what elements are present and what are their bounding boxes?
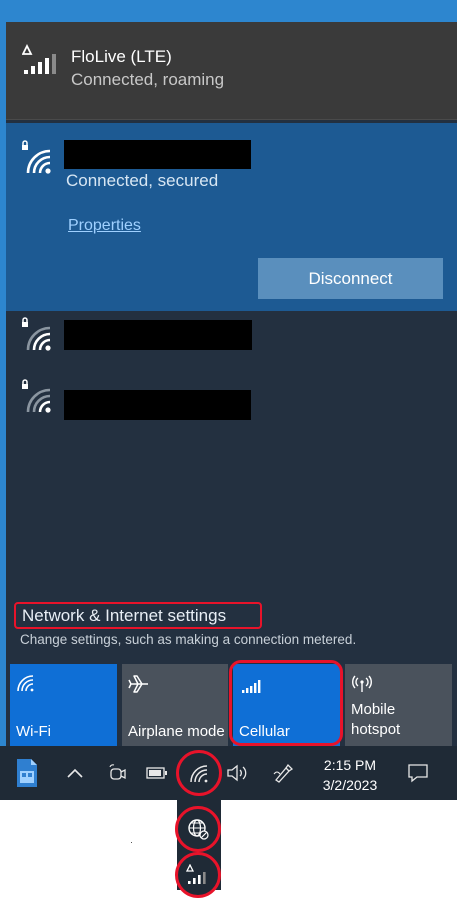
redacted-network-name: [64, 140, 251, 169]
flyout-top-edge: [0, 0, 457, 22]
secured-wifi-icon: [22, 317, 51, 351]
cellular-network-name: FloLive (LTE): [71, 47, 172, 66]
secured-wifi-icon: [22, 379, 51, 413]
wifi-network-status: Connected, secured: [66, 171, 219, 190]
properties-link[interactable]: Properties: [68, 217, 141, 235]
volume-icon[interactable]: [222, 746, 252, 800]
tile-label: Airplane mode: [128, 723, 225, 740]
wifi-toggle-tile[interactable]: Wi-Fi: [10, 664, 117, 746]
network-tray-highlight-ring: [176, 750, 222, 796]
taskbar-clock[interactable]: 2:15 PM 3/2/2023: [310, 746, 390, 800]
no-internet-globe-icon: [175, 806, 221, 852]
stray-dot: [131, 842, 132, 843]
show-hidden-icons-chevron-icon[interactable]: [60, 746, 90, 800]
meet-now-camera-icon[interactable]: [102, 746, 132, 800]
redacted-network-name: [64, 320, 252, 350]
settings-description: Change settings, such as making a connec…: [20, 632, 357, 647]
tile-label: Mobile hotspot: [351, 701, 401, 738]
cellular-network-item[interactable]: FloLive (LTE) Connected, roaming: [6, 22, 457, 120]
cellular-signal-icon: [22, 44, 56, 74]
redacted-network-name: [64, 390, 251, 420]
cellular-highlight-ring: [229, 660, 343, 746]
cellular-roaming-signal-icon: [175, 852, 221, 898]
app-icon[interactable]: [8, 746, 46, 800]
battery-icon[interactable]: [142, 746, 172, 800]
document-app-icon: [17, 759, 37, 787]
hotspot-icon: [352, 675, 372, 692]
clock-time: 2:15 PM: [323, 757, 377, 773]
disconnect-button[interactable]: Disconnect: [258, 258, 443, 299]
clock-date: 3/2/2023: [322, 777, 378, 793]
pen-workspace-icon[interactable]: [268, 746, 298, 800]
mobile-hotspot-tile[interactable]: Mobile hotspot: [345, 664, 452, 746]
secured-wifi-icon: [22, 140, 51, 174]
cellular-network-status: Connected, roaming: [71, 70, 225, 89]
network-internet-settings-link[interactable]: Network & Internet settings: [14, 602, 262, 629]
airplane-mode-tile[interactable]: Airplane mode: [122, 664, 228, 746]
airplane-icon: [128, 675, 148, 693]
tile-label: Wi-Fi: [16, 723, 51, 740]
wifi-icon: [17, 675, 34, 692]
notification-center-icon[interactable]: [400, 746, 436, 800]
taskbar: 2:15 PM 3/2/2023: [0, 746, 457, 800]
